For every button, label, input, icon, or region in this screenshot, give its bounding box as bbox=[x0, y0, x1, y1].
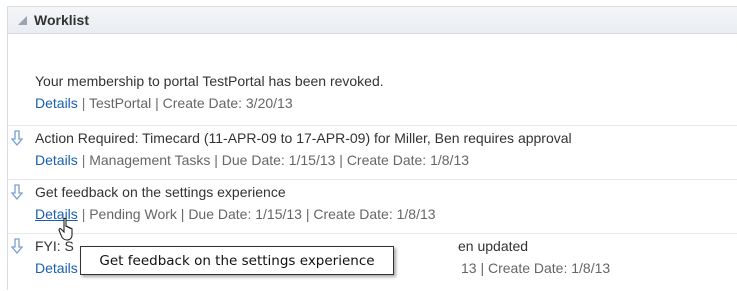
tooltip: Get feedback on the settings experience bbox=[80, 246, 394, 275]
separator: | bbox=[81, 95, 89, 111]
item-meta: Management Tasks | Due Date: 1/15/13 | C… bbox=[89, 152, 470, 168]
item-meta-line: Details | Pending Work | Due Date: 1/15/… bbox=[35, 206, 436, 222]
worklist-item: Your membership to portal TestPortal has… bbox=[8, 51, 737, 111]
collapse-triangle-icon[interactable] bbox=[16, 14, 28, 26]
details-link[interactable]: Details bbox=[35, 260, 78, 276]
hand-pointer-cursor-icon bbox=[58, 217, 73, 241]
item-meta: 13 | Create Date: 1/8/13 bbox=[461, 260, 611, 276]
details-link[interactable]: Details bbox=[35, 95, 78, 111]
worklist-title: Worklist bbox=[34, 12, 89, 28]
details-link[interactable]: Details bbox=[35, 152, 78, 168]
item-meta-line: Details bbox=[35, 260, 78, 276]
worklist-item: Action Required: Timecard (11-APR-09 to … bbox=[8, 125, 737, 180]
down-arrow-icon bbox=[11, 238, 23, 254]
item-meta-line: Details | TestPortal | Create Date: 3/20… bbox=[35, 95, 293, 111]
worklist-item: Get feedback on the settings experience … bbox=[8, 179, 737, 234]
item-meta: TestPortal | Create Date: 3/20/13 bbox=[88, 95, 293, 111]
item-title: Get feedback on the settings experience bbox=[35, 184, 286, 200]
item-title: Your membership to portal TestPortal has… bbox=[35, 73, 384, 89]
item-meta: Pending Work | Due Date: 1/15/13 | Creat… bbox=[89, 206, 436, 222]
down-arrow-icon bbox=[11, 130, 23, 146]
item-title-right: en updated bbox=[458, 238, 529, 254]
item-meta-line: Details | Management Tasks | Due Date: 1… bbox=[35, 152, 469, 168]
worklist-header[interactable]: Worklist bbox=[8, 7, 737, 34]
item-title: Action Required: Timecard (11-APR-09 to … bbox=[35, 130, 572, 146]
down-arrow-icon bbox=[11, 184, 23, 200]
